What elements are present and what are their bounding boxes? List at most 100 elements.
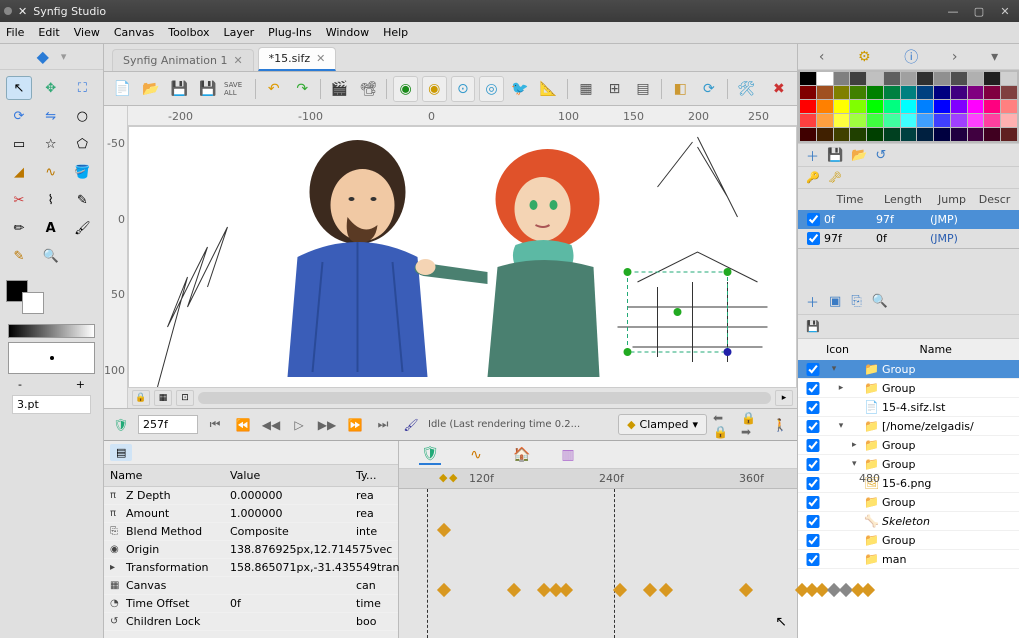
tool-polygon[interactable]: ⬠ xyxy=(69,132,95,156)
layer-visibility-checkbox[interactable] xyxy=(802,420,824,433)
layer-visibility-checkbox[interactable] xyxy=(802,515,824,528)
layer-row[interactable]: ▸📁man xyxy=(798,550,1019,569)
layer-row[interactable]: ▸📁Group xyxy=(798,436,1019,455)
snap2-icon[interactable]: ⊡ xyxy=(176,390,194,406)
palette-swatch[interactable] xyxy=(934,86,950,99)
palette-swatch[interactable] xyxy=(850,100,866,113)
tab-doc-1[interactable]: *15.sifz✕ xyxy=(258,47,337,71)
tool-spline[interactable]: ∿ xyxy=(38,160,64,184)
onion-1-icon[interactable]: ◉ xyxy=(393,76,418,102)
palette-swatch[interactable] xyxy=(850,86,866,99)
tool-rotate[interactable]: ⟳ xyxy=(6,104,32,128)
timeline-tab-history-icon[interactable]: 🏠 xyxy=(511,445,533,465)
nav-fwd-icon[interactable]: › xyxy=(952,49,958,65)
tool-eyedrop[interactable]: ✎ xyxy=(69,188,95,212)
palette-swatch[interactable] xyxy=(984,72,1000,85)
layer-visibility-checkbox[interactable] xyxy=(802,553,824,566)
close-button[interactable]: ✕ xyxy=(995,5,1015,18)
tool-scale[interactable]: ⛶ xyxy=(69,76,95,100)
onion-2-icon[interactable]: ◉ xyxy=(422,76,447,102)
tool-draw[interactable]: ✏ xyxy=(6,216,32,240)
palette-swatch[interactable] xyxy=(867,128,883,141)
palette-swatch[interactable] xyxy=(901,114,917,127)
palette-add-icon[interactable]: ＋ xyxy=(806,146,819,165)
minimize-button[interactable]: — xyxy=(943,5,963,18)
kf-col-jump[interactable]: Jump xyxy=(930,193,974,206)
palette-swatch[interactable] xyxy=(917,128,933,141)
kf-col-length[interactable]: Length xyxy=(876,193,930,206)
guide-icon[interactable]: ▤ xyxy=(631,76,656,102)
menu-help[interactable]: Help xyxy=(383,26,408,39)
palette-swatch[interactable] xyxy=(800,100,816,113)
seek-fwd-icon[interactable]: ▶▶ xyxy=(316,414,338,436)
palette-swatch[interactable] xyxy=(934,114,950,127)
palette-swatch[interactable] xyxy=(834,128,850,141)
palette-swatch[interactable] xyxy=(917,100,933,113)
keyframe-key-icon[interactable]: 🔑 xyxy=(806,171,820,184)
layer-row[interactable]: ▾📁Group xyxy=(798,360,1019,379)
palette-swatch[interactable] xyxy=(901,72,917,85)
layer-visibility-checkbox[interactable] xyxy=(802,458,824,471)
layer-del-icon[interactable]: 🔍 xyxy=(872,294,888,309)
palette-swatch[interactable] xyxy=(834,100,850,113)
menu-window[interactable]: Window xyxy=(326,26,369,39)
seek-end-icon[interactable]: ⏭ xyxy=(372,414,394,436)
tab-doc-0[interactable]: Synfig Animation 1✕ xyxy=(112,49,254,71)
palette-swatch[interactable] xyxy=(984,100,1000,113)
palette-swatch[interactable] xyxy=(1001,72,1017,85)
palette-swatch[interactable] xyxy=(867,72,883,85)
param-row[interactable]: ↺Children Lockboo xyxy=(104,613,398,631)
layer-col-icon[interactable]: Icon xyxy=(826,343,920,356)
palette-swatch[interactable] xyxy=(817,114,833,127)
params-tab-icon[interactable]: ▤ xyxy=(110,444,132,461)
play-icon[interactable]: ▷ xyxy=(288,414,310,436)
close-icon[interactable]: ✕ xyxy=(316,52,325,65)
palette-save-icon[interactable]: 💾 xyxy=(827,148,843,163)
timeline-tab-curves-icon[interactable]: ∿ xyxy=(465,445,487,465)
layer-row[interactable]: ▸📁Group xyxy=(798,531,1019,550)
palette-swatch[interactable] xyxy=(850,72,866,85)
tool-sketch[interactable]: ✎ xyxy=(6,244,32,268)
menu-layer[interactable]: Layer xyxy=(223,26,254,39)
settings-icon[interactable]: 🛠 xyxy=(734,76,759,102)
onion-4-icon[interactable]: ◎ xyxy=(479,76,504,102)
palette-default-icon[interactable]: ↺ xyxy=(875,148,886,163)
keyframe-checkbox[interactable] xyxy=(807,232,820,245)
timeline-tab-sets-icon[interactable]: ▥ xyxy=(557,445,579,465)
seek-start-icon[interactable]: ⏮ xyxy=(204,414,226,436)
palette-swatch[interactable] xyxy=(901,128,917,141)
tool-rectangle[interactable]: ▭ xyxy=(6,132,32,156)
brush-preview[interactable] xyxy=(8,342,95,374)
animate-mode-icon[interactable]: 🛡 xyxy=(110,414,132,436)
palette-swatch[interactable] xyxy=(984,86,1000,99)
layer-row[interactable]: 🦴Skeleton xyxy=(798,512,1019,531)
layer-row[interactable]: ▾📁Group xyxy=(798,455,1019,474)
kf-lock-past-icon[interactable]: ⬅🔒 xyxy=(713,414,735,436)
close-icon[interactable]: ✕ xyxy=(18,5,27,18)
seek-prev-kf-icon[interactable]: ⏪ xyxy=(232,414,254,436)
skeleton-icon[interactable]: 🐦 xyxy=(508,76,533,102)
palette-swatch[interactable] xyxy=(1001,128,1017,141)
snap-icon[interactable]: ⊞ xyxy=(602,76,627,102)
param-row[interactable]: ⎘Blend MethodCompositeinte xyxy=(104,523,398,541)
size-minus[interactable]: - xyxy=(18,378,22,391)
maximize-button[interactable]: ▢ xyxy=(969,5,989,18)
palette-swatch[interactable] xyxy=(1001,114,1017,127)
palette-swatch[interactable] xyxy=(817,86,833,99)
param-row[interactable]: ▸Transformation158.865071px,-31.435549tr… xyxy=(104,559,398,577)
menu-view[interactable]: View xyxy=(74,26,100,39)
render-icon[interactable]: 🎬 xyxy=(327,76,352,102)
tool-zoom[interactable]: 🔍 xyxy=(38,244,64,268)
tool-circle[interactable]: ○ xyxy=(69,104,95,128)
canvas-viewport[interactable] xyxy=(128,126,797,388)
keyframe-checkbox[interactable] xyxy=(807,213,820,226)
param-row[interactable]: πAmount1.000000rea xyxy=(104,505,398,523)
layer-visibility-checkbox[interactable] xyxy=(802,382,824,395)
keyframe-key2-icon[interactable]: 🗝 xyxy=(828,171,842,184)
palette-swatch[interactable] xyxy=(800,128,816,141)
palette-swatch[interactable] xyxy=(951,114,967,127)
timeline-body[interactable]: ↖ xyxy=(399,489,797,638)
palette-swatch[interactable] xyxy=(901,86,917,99)
layer-row[interactable]: ▾📁[/home/zelgadis/ xyxy=(798,417,1019,436)
tool-bucket[interactable]: 🪣 xyxy=(69,160,95,184)
